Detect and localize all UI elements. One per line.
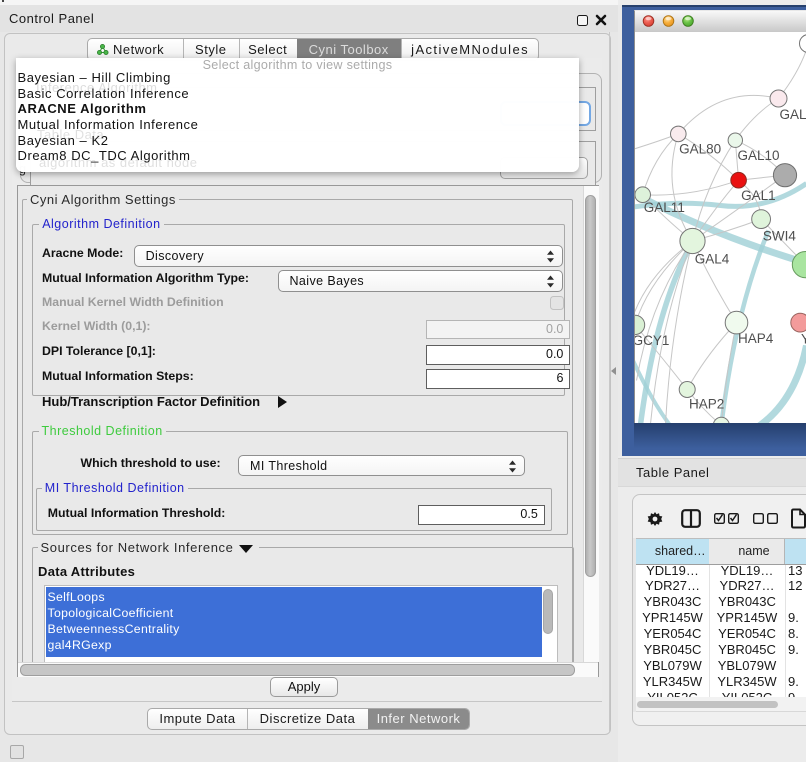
svg-text:GAL1: GAL1 [741,188,776,203]
svg-text:GAL10: GAL10 [737,148,779,163]
svg-text:GAL80: GAL80 [679,141,721,156]
svg-text:YEL: YEL [801,331,806,346]
svg-text:GAL7: GAL7 [779,106,806,121]
svg-text:GAL11: GAL11 [643,200,684,215]
svg-text:SWI4: SWI4 [762,228,795,243]
svg-text:GAL4: GAL4 [694,251,729,266]
svg-text:HAP4: HAP4 [738,330,774,345]
svg-text:HAP2: HAP2 [689,396,724,411]
svg-text:GCY1: GCY1 [635,333,669,348]
